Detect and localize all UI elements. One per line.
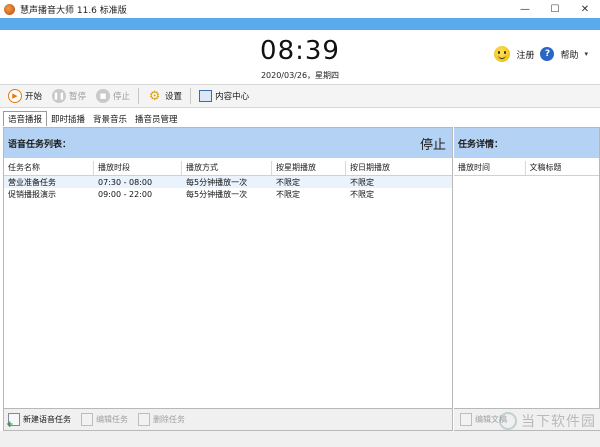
smiley-icon[interactable] xyxy=(494,46,511,62)
column-header[interactable]: 文稿标题 xyxy=(526,161,599,175)
table-cell: 09:00 - 22:00 xyxy=(98,189,153,199)
watermark-text: 当下软件园 xyxy=(521,414,596,430)
task-list-panel: 语音任务列表： 停止 任务名称 播放时段 播放方式 按星期播放 按日期播放 营业… xyxy=(3,127,453,409)
new-voice-task-label: 新建语音任务 xyxy=(23,415,71,424)
pause-icon: ❚❚ xyxy=(52,89,67,103)
watermark-logo-icon xyxy=(499,412,517,430)
date-display: 2020/03/26，星期四 xyxy=(260,71,340,80)
close-button[interactable]: ✕ xyxy=(570,0,600,18)
delete-document-icon xyxy=(138,413,150,426)
edit-task-label: 编辑任务 xyxy=(96,415,128,424)
start-button[interactable]: ▶ 开始 xyxy=(8,89,42,103)
play-icon: ▶ xyxy=(8,89,22,103)
column-header[interactable]: 播放时间 xyxy=(454,160,526,175)
tab-instant-insert[interactable]: 即时插播 xyxy=(47,112,89,126)
pause-label: 暂停 xyxy=(69,92,87,102)
edit-task-button[interactable]: 编辑任务 xyxy=(81,413,128,426)
table-cell: 不限定 xyxy=(276,177,300,187)
task-detail-header: 任务详情： xyxy=(454,128,599,158)
table-cell: 每5分钟播放一次 xyxy=(186,177,248,187)
main-toolbar: ▶ 开始 ❚❚ 暂停 ■ 停止 ⚙ 设置 内容中心 xyxy=(0,84,600,108)
delete-task-label: 删除任务 xyxy=(153,415,185,424)
header-accent-band xyxy=(0,18,600,30)
task-detail-panel: 任务详情： 播放时间 文稿标题 xyxy=(454,127,600,409)
detail-table-header: 播放时间 文稿标题 xyxy=(454,160,599,176)
task-detail-title: 任务详情： xyxy=(458,139,504,150)
help-icon[interactable]: ? xyxy=(540,47,555,61)
register-link[interactable]: 注册 xyxy=(516,48,534,61)
delete-task-button[interactable]: 删除任务 xyxy=(138,413,185,426)
tab-announcer-management[interactable]: 播音员管理 xyxy=(131,112,182,126)
settings-label: 设置 xyxy=(165,92,183,102)
pause-button[interactable]: ❚❚ 暂停 xyxy=(52,89,86,103)
content-center-button[interactable]: 内容中心 xyxy=(199,90,249,102)
stop-label: 停止 xyxy=(113,92,131,102)
task-list-title: 语音任务列表： xyxy=(8,139,72,150)
new-voice-task-button[interactable]: 新建语音任务 xyxy=(6,413,71,430)
help-link[interactable]: 帮助 xyxy=(560,48,578,61)
title-bar: 慧声播音大师 11.6 标准版 — ☐ ✕ xyxy=(0,0,600,18)
header: 08:39 2020/03/26，星期四 注册 ? 帮助 ▾ xyxy=(0,30,600,84)
column-header[interactable]: 播放时段 xyxy=(94,160,182,175)
table-row[interactable]: 促销播报演示 09:00 - 22:00 每5分钟播放一次 不限定 不限定 xyxy=(4,188,452,200)
toolbar-divider xyxy=(190,88,192,104)
edit-script-icon xyxy=(460,413,472,426)
watermark: 当下软件园 xyxy=(499,409,596,433)
column-header[interactable]: 按日期播放 xyxy=(346,161,446,175)
gear-icon: ⚙ xyxy=(148,88,161,104)
window-title: 慧声播音大师 11.6 标准版 xyxy=(20,5,127,16)
toolbar-divider xyxy=(138,88,140,104)
app-logo-icon xyxy=(4,3,15,15)
table-cell: 每5分钟播放一次 xyxy=(186,189,248,199)
header-actions: 注册 ? 帮助 ▾ xyxy=(494,46,588,62)
table-cell: 07:30 - 08:00 xyxy=(98,177,153,187)
task-list-header: 语音任务列表： 停止 xyxy=(4,128,452,158)
new-document-icon xyxy=(6,413,20,430)
stop-icon: ■ xyxy=(96,89,111,103)
table-cell: 不限定 xyxy=(276,189,300,199)
table-cell: 营业准备任务 xyxy=(8,177,56,187)
chevron-down-icon[interactable]: ▾ xyxy=(584,50,588,58)
task-table-header: 任务名称 播放时段 播放方式 按星期播放 按日期播放 xyxy=(4,160,452,176)
minimize-button[interactable]: — xyxy=(510,0,540,18)
maximize-button[interactable]: ☐ xyxy=(540,0,570,18)
content-center-icon xyxy=(199,90,213,102)
start-label: 开始 xyxy=(25,92,43,102)
table-row[interactable]: 营业准备任务 07:30 - 08:00 每5分钟播放一次 不限定 不限定 xyxy=(4,176,452,188)
table-cell: 不限定 xyxy=(350,177,374,187)
content-center-label: 内容中心 xyxy=(215,92,250,102)
column-header[interactable]: 播放方式 xyxy=(182,160,272,175)
table-cell: 不限定 xyxy=(350,189,374,199)
tab-background-music[interactable]: 背景音乐 xyxy=(89,112,131,126)
window-controls: — ☐ ✕ xyxy=(510,0,600,18)
status-bar xyxy=(0,431,600,447)
tab-bar: 语音播报 即时插播 背景音乐 播音员管理 xyxy=(0,110,600,126)
stop-button[interactable]: ■ 停止 xyxy=(96,89,130,103)
column-header[interactable]: 任务名称 xyxy=(4,160,94,175)
settings-button[interactable]: ⚙ 设置 xyxy=(147,89,182,104)
task-list-toolbar: 新建语音任务 编辑任务 删除任务 xyxy=(3,409,453,431)
status-badge: 停止 xyxy=(419,138,446,153)
table-cell: 促销播报演示 xyxy=(8,189,56,199)
edit-document-icon xyxy=(81,413,93,426)
column-header[interactable]: 按星期播放 xyxy=(272,160,346,175)
tab-voice-broadcast[interactable]: 语音播报 xyxy=(3,111,48,126)
